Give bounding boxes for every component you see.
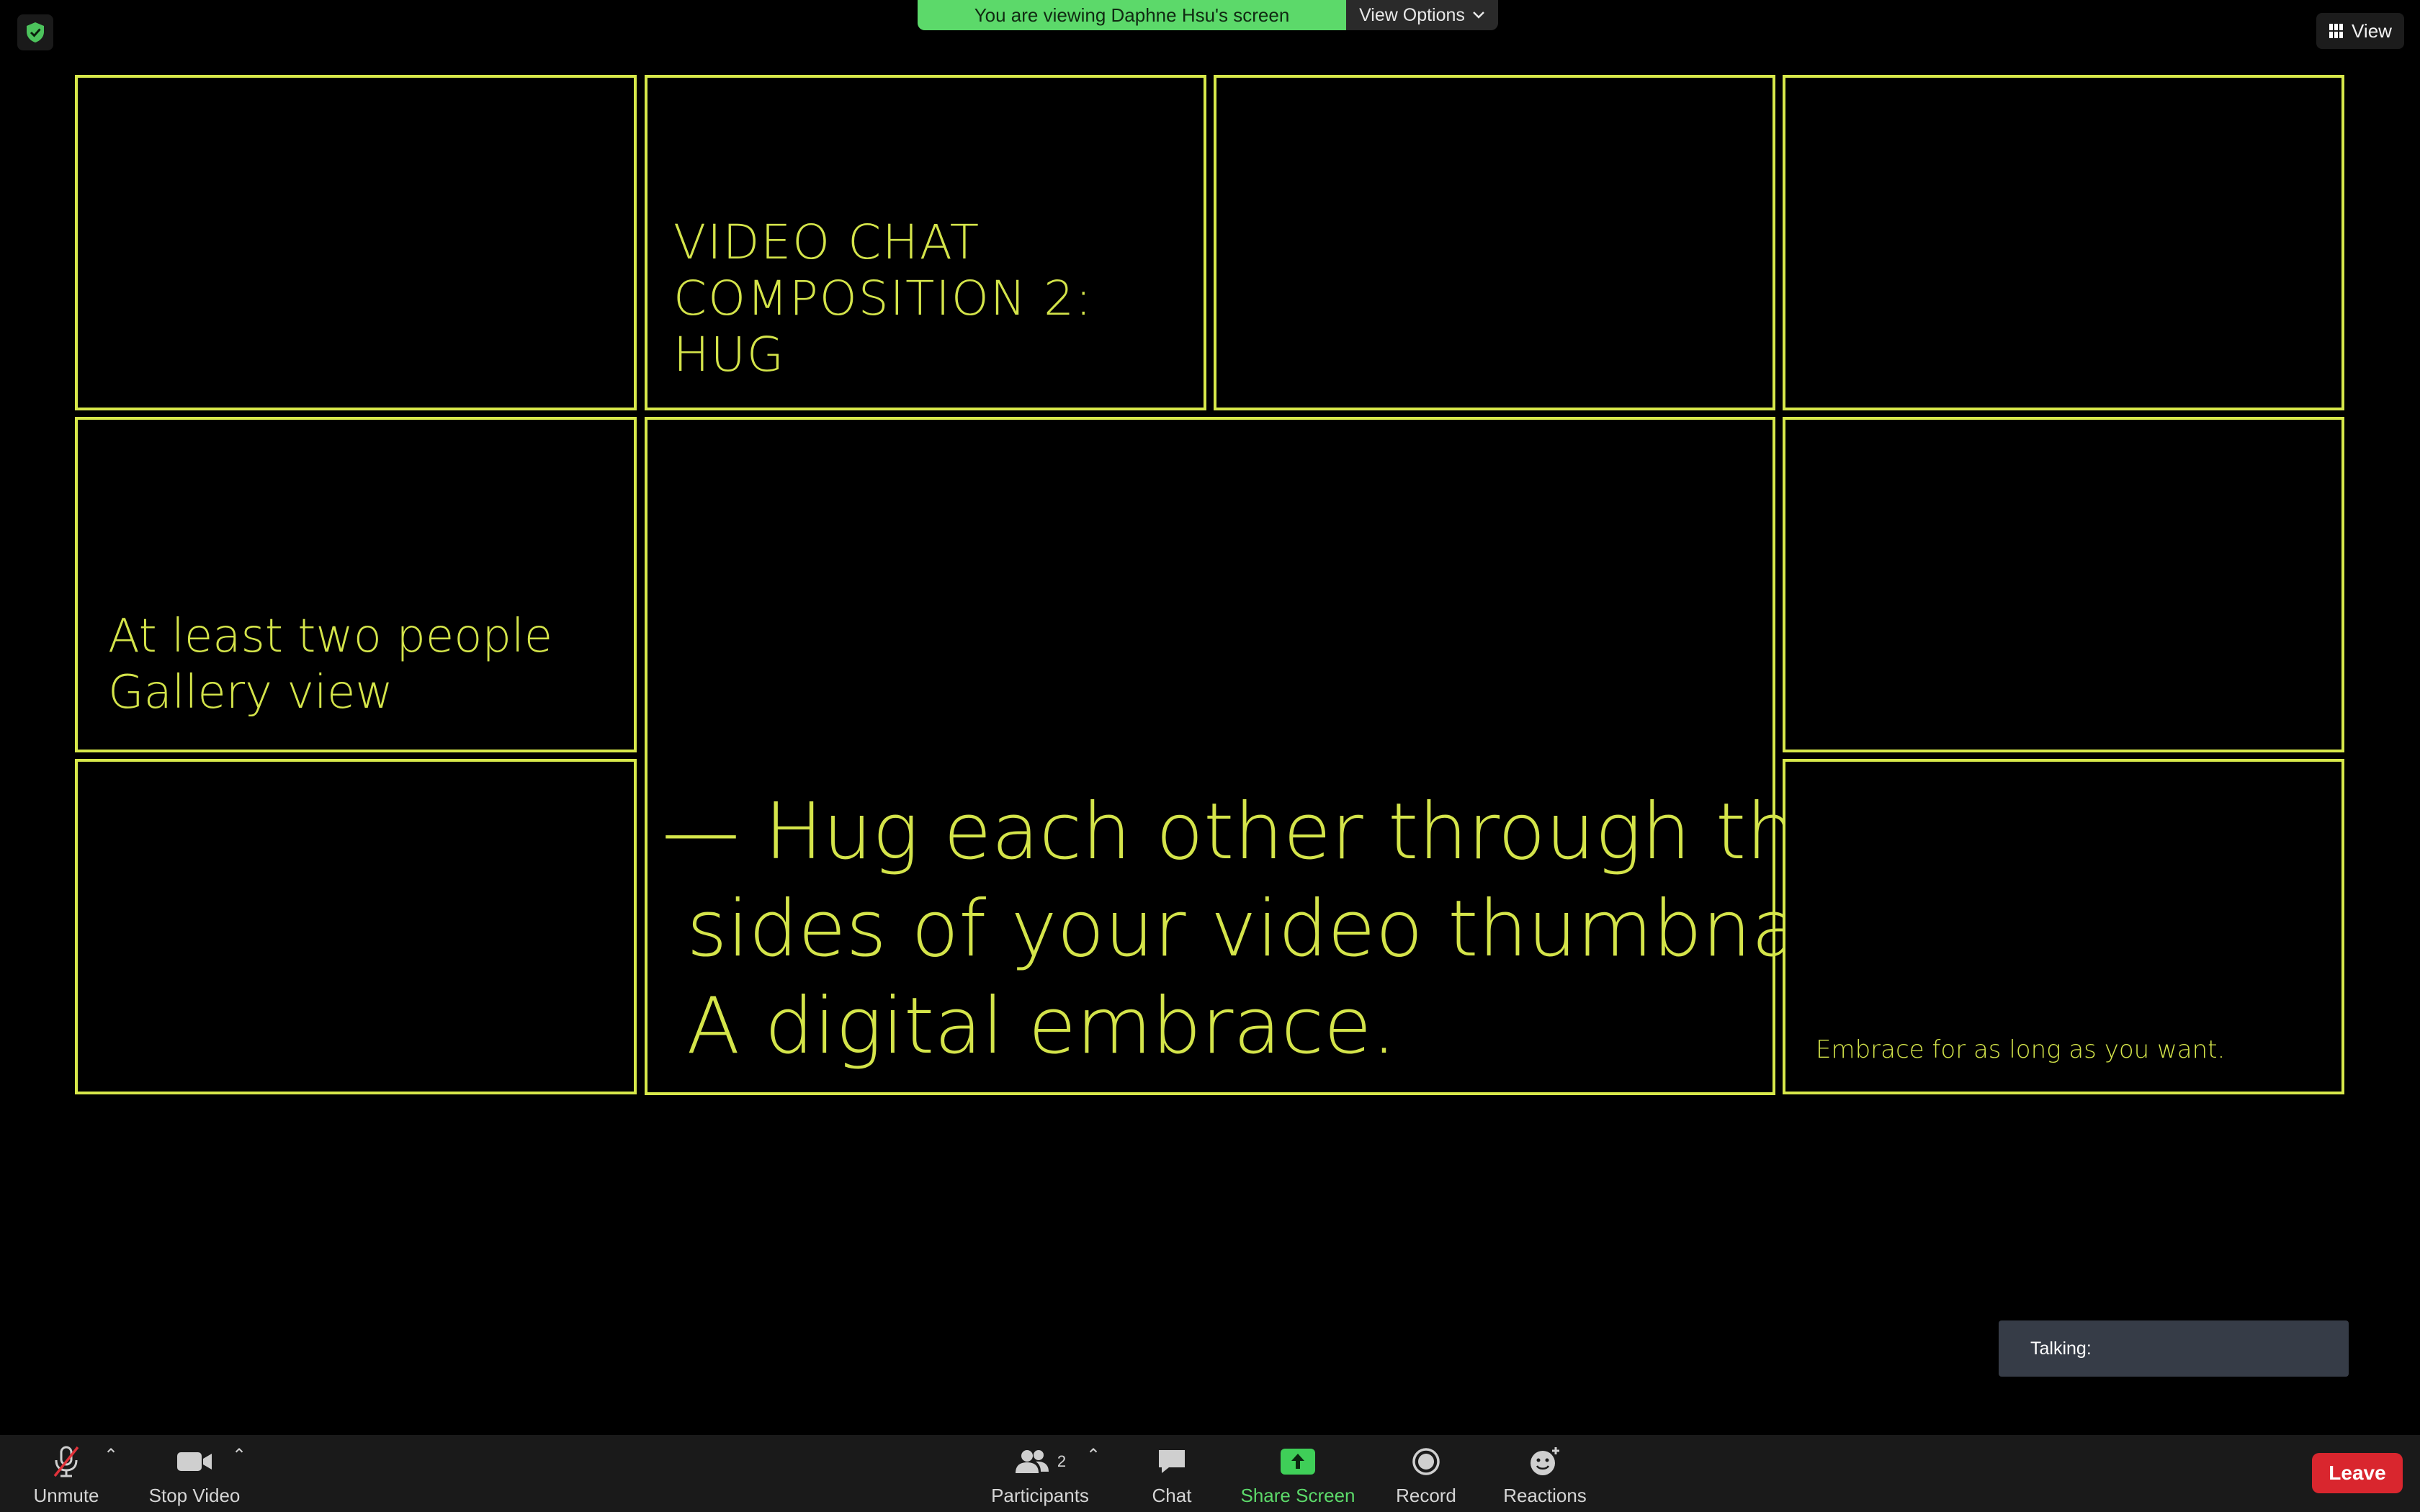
share-screen-button[interactable]: Share Screen — [1240, 1444, 1355, 1507]
slide-main-text: — Hug each other through the sides of yo… — [662, 787, 1908, 1071]
slide-tile-subtitle: At least two people Gallery view — [75, 417, 637, 752]
slide-tile-title: VIDEO CHAT COMPOSITION 2: HUG — [645, 75, 1206, 410]
slide-tile — [75, 75, 637, 410]
view-options-label: View Options — [1359, 4, 1465, 25]
slide-tile — [1783, 417, 2344, 752]
stop-video-button[interactable]: Stop Video — [144, 1444, 245, 1507]
screen-share-banner: You are viewing Daphne Hsu's screen View… — [918, 0, 1498, 30]
unmute-button[interactable]: Unmute — [29, 1444, 104, 1507]
security-shield-button[interactable] — [17, 14, 53, 50]
record-icon — [1412, 1448, 1440, 1475]
reactions-label: Reactions — [1503, 1485, 1587, 1506]
video-camera-icon — [177, 1452, 212, 1471]
participants-options-caret[interactable]: ⌃ — [1086, 1445, 1101, 1466]
viewing-screen-text: You are viewing Daphne Hsu's screen — [918, 0, 1346, 30]
muted-mic-icon — [53, 1446, 79, 1477]
slide-title: VIDEO CHAT COMPOSITION 2: HUG — [673, 215, 1093, 383]
view-button[interactable]: View — [2316, 13, 2404, 49]
slide-tile — [1214, 75, 1775, 410]
reactions-icon — [1531, 1447, 1559, 1475]
slide-tile — [75, 759, 637, 1094]
talking-indicator: Talking: — [1999, 1320, 2349, 1377]
chevron-down-icon — [1473, 12, 1484, 19]
shield-check-icon — [27, 22, 44, 42]
share-screen-label: Share Screen — [1240, 1485, 1355, 1506]
leave-button[interactable]: Leave — [2312, 1453, 2403, 1493]
zoom-meeting-window: You are viewing Daphne Hsu's screen View… — [0, 0, 2420, 1512]
slide-tile-main: — Hug each other through the sides of yo… — [645, 417, 1907, 1095]
talking-label: Talking: — [2030, 1338, 2092, 1359]
gallery-grid-icon — [2329, 24, 2344, 38]
slide-subtitle: At least two people Gallery view — [108, 610, 553, 719]
slide-title-text: VIDEO CHAT COMPOSITION 2: HUG — [673, 215, 1093, 382]
slide-note: Embrace for as long as you want. — [1816, 1035, 2226, 1064]
slide-tile-note: Embrace for as long as you want. — [1783, 759, 2344, 1094]
view-options-button[interactable]: View Options — [1346, 0, 1498, 30]
share-screen-icon — [1281, 1449, 1315, 1475]
reactions-button[interactable]: Reactions — [1502, 1444, 1587, 1507]
meeting-toolbar: Unmute ⌃ Stop Video ⌃ 2 Participants ⌃ C… — [0, 1435, 2420, 1512]
participants-count: 2 — [1057, 1452, 1067, 1470]
record-button[interactable]: Record — [1394, 1444, 1458, 1507]
record-label: Record — [1396, 1485, 1456, 1506]
participants-icon — [1015, 1450, 1049, 1473]
participants-label: Participants — [991, 1485, 1089, 1506]
participants-button[interactable]: 2 Participants — [988, 1444, 1092, 1507]
chat-button[interactable]: Chat — [1145, 1444, 1198, 1507]
audio-options-caret[interactable]: ⌃ — [104, 1445, 118, 1466]
chat-icon — [1159, 1450, 1185, 1473]
chat-label: Chat — [1152, 1485, 1192, 1506]
view-label: View — [2352, 19, 2392, 42]
unmute-label: Unmute — [33, 1485, 99, 1506]
stop-video-label: Stop Video — [148, 1485, 241, 1506]
slide-tile — [1783, 75, 2344, 410]
video-options-caret[interactable]: ⌃ — [232, 1445, 246, 1466]
